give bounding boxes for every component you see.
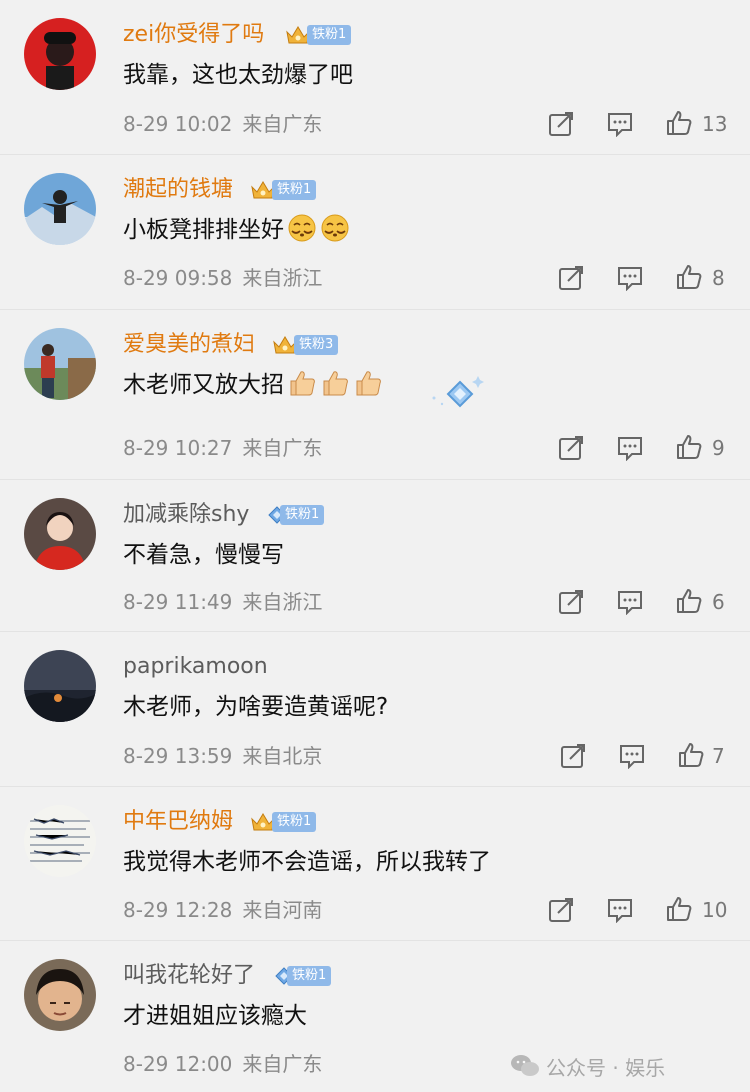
comment-time: 8-29 10:02 <box>123 112 233 136</box>
thumbs-up-emoji <box>290 371 315 396</box>
fan-level-tag: 铁粉1 <box>307 25 352 45</box>
repost-icon[interactable] <box>548 897 574 923</box>
comment-location: 来自浙江 <box>242 590 323 614</box>
comment-time: 8-29 12:00 <box>123 1052 233 1076</box>
comment-text: 木老师又放大招 <box>123 368 383 402</box>
like-icon[interactable] <box>666 896 692 922</box>
comment-meta: 8-29 12:00 来自广东 <box>123 1050 322 1078</box>
comment-time: 8-29 11:49 <box>123 590 233 614</box>
comment-icon[interactable] <box>617 435 643 461</box>
comment-location: 来自广东 <box>242 1052 323 1076</box>
thumbs-up-emoji <box>356 371 381 396</box>
like-count: 13 <box>702 112 728 136</box>
fan-badge: 铁粉1 <box>250 178 317 202</box>
like-icon[interactable] <box>676 588 702 614</box>
comment-text: 木老师，为啥要造黄谣呢? <box>123 694 389 720</box>
comment-icon[interactable] <box>617 589 643 615</box>
comment-location: 来自北京 <box>242 744 323 768</box>
fan-level-tag: 铁粉1 <box>272 180 317 200</box>
fan-level-tag: 铁粉1 <box>287 966 332 986</box>
comment-location: 来自浙江 <box>242 266 323 290</box>
fan-level-tag: 铁粉1 <box>272 812 317 832</box>
avatar[interactable] <box>24 18 96 90</box>
comment-item: zei你受得了吗 铁粉1 我靠，这也太劲爆了吧 8-29 10:02 来自广东 1… <box>0 0 750 155</box>
sneaky-face-emoji <box>321 214 349 242</box>
repost-icon[interactable] <box>558 265 584 291</box>
comment-item: paprikamoon 木老师，为啥要造黄谣呢? 8-29 13:59 来自北京 … <box>0 632 750 787</box>
fan-badge: 铁粉1 <box>268 503 325 527</box>
comment-meta: 8-29 09:58 来自浙江 <box>123 264 322 292</box>
comment-item: 潮起的钱塘 铁粉1 小板凳排排坐好 8-29 09:58 来自浙江 8 <box>0 155 750 310</box>
avatar[interactable] <box>24 498 96 570</box>
username[interactable]: 潮起的钱塘 <box>123 174 233 206</box>
like-count: 9 <box>712 436 725 460</box>
comment-item: 爱臭美的煮妇 铁粉3 木老师又放大招 8-29 10:27 来自广东 9 <box>0 310 750 480</box>
username[interactable]: 加减乘除shy <box>123 499 249 531</box>
wechat-icon <box>511 1055 539 1076</box>
comment-time: 8-29 12:28 <box>123 898 233 922</box>
comment-icon[interactable] <box>619 743 645 769</box>
comment-item: 中年巴纳姆 铁粉1 我觉得木老师不会造谣，所以我转了 8-29 12:28 来自河… <box>0 787 750 941</box>
avatar[interactable] <box>24 959 96 1031</box>
comment-meta: 8-29 12:28 来自河南 <box>123 896 322 924</box>
sneaky-face-emoji <box>288 214 316 242</box>
username[interactable]: zei你受得了吗 <box>123 19 264 51</box>
comment-item: 加减乘除shy 铁粉1 不着急，慢慢写 8-29 11:49 来自浙江 6 <box>0 480 750 632</box>
fan-badge: 铁粉3 <box>272 333 339 357</box>
comment-time: 8-29 13:59 <box>123 744 233 768</box>
comment-text: 我靠，这也太劲爆了吧 <box>123 62 353 88</box>
comment-text: 小板凳排排坐好 <box>123 213 350 247</box>
comment-time: 8-29 09:58 <box>123 266 233 290</box>
repost-icon[interactable] <box>558 435 584 461</box>
avatar[interactable] <box>24 328 96 400</box>
fan-level-tag: 铁粉3 <box>294 335 339 355</box>
fan-level-tag: 铁粉1 <box>280 505 325 525</box>
comment-location: 来自广东 <box>242 436 323 460</box>
comment-location: 来自河南 <box>242 898 323 922</box>
comment-text: 不着急，慢慢写 <box>123 542 284 568</box>
comment-meta: 8-29 11:49 来自浙江 <box>123 588 322 616</box>
comment-text-content: 小板凳排排坐好 <box>123 217 284 243</box>
like-icon[interactable] <box>676 264 702 290</box>
like-icon[interactable] <box>666 110 692 136</box>
fan-badge: 铁粉1 <box>285 23 352 47</box>
like-count: 7 <box>712 744 725 768</box>
comment-icon[interactable] <box>617 265 643 291</box>
like-icon[interactable] <box>676 434 702 460</box>
comment-meta: 8-29 10:27 来自广东 <box>123 434 322 462</box>
comment-icon[interactable] <box>607 111 633 137</box>
like-icon[interactable] <box>678 742 704 768</box>
comment-text: 才进姐姐应该瘾大 <box>123 1003 307 1029</box>
repost-icon[interactable] <box>560 743 586 769</box>
avatar[interactable] <box>24 173 96 245</box>
like-count: 8 <box>712 266 725 290</box>
username[interactable]: 中年巴纳姆 <box>123 806 233 838</box>
comment-time: 8-29 10:27 <box>123 436 233 460</box>
thumbs-up-emoji <box>323 371 348 396</box>
fan-badge: 铁粉1 <box>250 810 317 834</box>
username[interactable]: 叫我花轮好了 <box>123 960 255 992</box>
username[interactable]: 爱臭美的煮妇 <box>123 329 255 361</box>
username[interactable]: paprikamoon <box>123 651 268 683</box>
fan-badge: 铁粉1 <box>275 964 332 988</box>
comment-meta: 8-29 13:59 来自北京 <box>123 742 322 770</box>
like-count: 10 <box>702 898 728 922</box>
avatar[interactable] <box>24 650 96 722</box>
comment-text: 我觉得木老师不会造谣，所以我转了 <box>123 849 491 875</box>
comment-icon[interactable] <box>607 897 633 923</box>
watermark: 公众号 · 娱乐 <box>510 1046 750 1086</box>
repost-icon[interactable] <box>558 589 584 615</box>
repost-icon[interactable] <box>548 111 574 137</box>
comment-meta: 8-29 10:02 来自广东 <box>123 110 322 138</box>
watermark-text: 公众号 · 娱乐 <box>546 1055 666 1080</box>
comment-text-content: 木老师又放大招 <box>123 372 284 398</box>
sparkle-decoration-icon <box>432 376 484 408</box>
comment-location: 来自广东 <box>242 112 323 136</box>
like-count: 6 <box>712 590 725 614</box>
avatar[interactable] <box>24 805 96 877</box>
